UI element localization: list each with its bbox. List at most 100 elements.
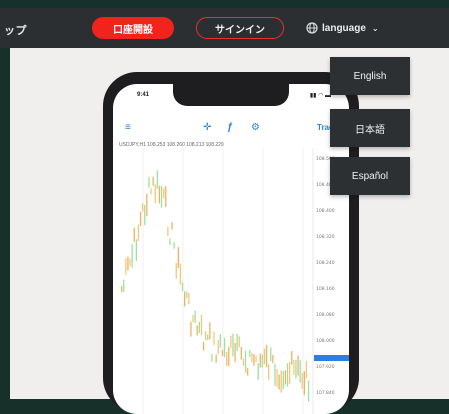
candle [284,370,287,385]
candle [265,344,268,368]
candle [207,334,209,341]
candle [236,333,238,352]
status-icons: ▮▮ ◠ ▬ [309,93,331,99]
language-label: language [322,22,366,34]
candle [253,354,255,366]
candle [274,363,276,386]
candle [226,351,228,366]
candle [179,263,182,285]
candle [184,291,186,307]
candle [192,314,194,323]
candle [150,188,152,195]
candle [228,346,230,367]
language-option-spanish[interactable]: Español [330,157,410,195]
candle [303,371,305,395]
price-tick-label: 108.080 [316,312,335,318]
candle [167,227,169,237]
crosshair-icon[interactable]: ✛ [203,122,211,133]
status-time: 9:41 [137,92,150,98]
candle [127,256,129,271]
candle [289,362,291,384]
candle [152,176,154,186]
candle [163,188,165,199]
candle [301,373,303,389]
candle [173,242,175,249]
candle [160,185,163,208]
sign-in-button[interactable]: サインイン [196,17,284,39]
candle [137,224,140,242]
candle [144,204,146,226]
candle [223,337,226,358]
chevron-down-icon: ⌄ [371,23,379,33]
menu-icon[interactable]: ≡ [125,122,131,133]
language-selector[interactable]: language ⌄ [306,18,408,38]
candle [244,350,247,373]
phone-notch [173,84,289,106]
candle [198,321,200,333]
candle [270,347,272,362]
app-toolbar: ≡ ✛ ƒ ⚙ Trade [113,116,349,138]
candle [171,222,173,230]
candle [154,184,156,204]
candle [158,185,161,204]
price-tick-label: 108.000 [316,338,335,344]
price-tick-label: 108.160 [316,286,335,292]
candle [257,363,259,380]
candle [249,349,251,357]
price-tick-label: 108.400 [316,208,335,214]
price-tick-label: 108.320 [316,234,335,240]
candle [286,363,289,387]
top-header-bar: ップ 口座開設 サインイン language ⌄ [0,8,449,50]
candle [276,369,278,387]
candle [133,227,135,242]
open-account-button[interactable]: 口座開設 [92,17,174,39]
candle [205,331,207,341]
candle [282,371,284,390]
candle [123,279,125,293]
nav-link-partial[interactable]: ップ [4,22,27,38]
candle [259,353,261,368]
candle [305,361,308,379]
price-tick-label: 107.840 [316,390,335,396]
candle [263,348,266,365]
candle [217,339,219,355]
language-option-english[interactable]: English [330,57,410,95]
candle [230,335,232,348]
candle [169,238,171,245]
candle [255,355,257,363]
candle [219,334,221,348]
candlestick-chart[interactable]: 108.560108.480108.400108.320108.240108.1… [113,148,349,414]
candle [299,360,301,383]
candle [177,247,179,269]
candle [188,293,190,304]
candle [221,349,224,356]
candle [148,177,150,188]
candle [251,352,253,363]
candle [268,364,270,380]
candle [272,355,274,364]
language-option-japanese[interactable]: 日本語 [330,109,410,147]
page: ップ 口座開設 サインイン language ⌄ 9:41 ▮▮ ◠ ▬ ≡ ✛ [0,0,449,414]
candle [280,370,282,393]
candle [247,367,249,376]
current-price-marker [314,355,349,361]
function-icon[interactable]: ƒ [227,122,233,133]
candle [234,343,236,362]
candle [121,286,123,293]
candle [125,258,127,275]
candle [307,380,310,402]
candle [211,353,213,362]
settings-icon[interactable]: ⚙ [251,122,260,133]
candle [293,359,295,375]
candle [232,333,234,357]
candle [156,170,158,189]
candle [202,341,205,351]
candle [295,359,297,379]
candle [215,354,217,363]
candle [181,282,184,292]
candle [196,325,198,336]
candle [291,351,293,365]
candle [190,321,192,337]
candle [129,258,131,266]
phone-mockup: 9:41 ▮▮ ◠ ▬ ≡ ✛ ƒ ⚙ Trade USDJPY,H1 108.… [103,72,359,414]
